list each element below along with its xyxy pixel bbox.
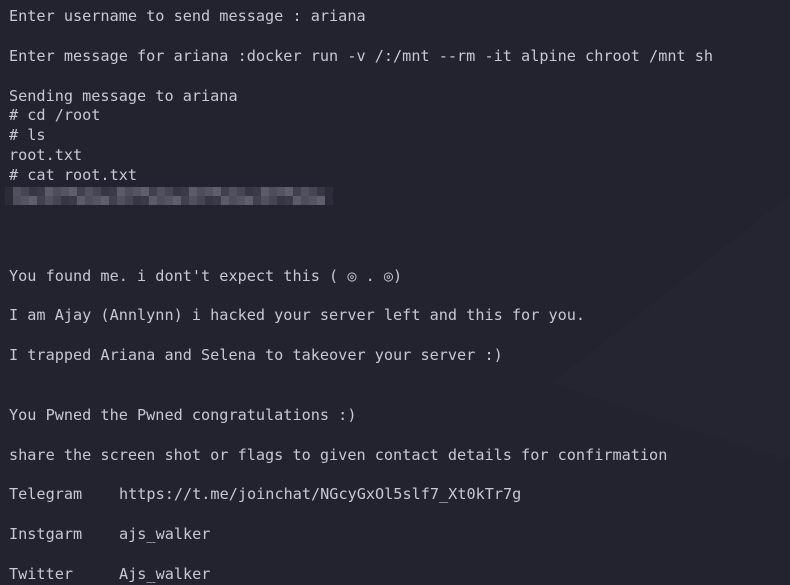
terminal-line: You found me. i dont't expect this ( ◎ .… <box>9 266 403 285</box>
redacted-flag-pixelation <box>5 187 333 206</box>
terminal-line: You Pwned the Pwned congratulations :) <box>9 405 357 424</box>
contact-line-telegram: Telegram https://t.me/joinchat/NGcyGxOl5s… <box>9 485 790 505</box>
contact-label: Twitter <box>9 564 74 583</box>
terminal-line: root.txt <box>9 146 83 165</box>
terminal-line: I am Ajay (Annlynn) i hacked your server… <box>9 306 586 325</box>
contact-line-twitter: Twitter Ajs_walker <box>9 565 790 585</box>
terminal-line: Sending message to ariana <box>9 86 238 105</box>
terminal-line: # cat root.txt <box>9 166 138 185</box>
terminal-window[interactable]: Enter username to send message : ariana E… <box>0 0 790 585</box>
contact-label: Telegram <box>9 485 83 504</box>
contact-value: ajs_walker <box>119 525 211 544</box>
contact-value[interactable]: https://t.me/joinchat/NGcyGxOl5slf7_Xt0k… <box>119 485 521 503</box>
redacted-flag-line <box>5 187 790 207</box>
terminal-line: # ls <box>9 126 46 145</box>
terminal-line: share the screen shot or flags to given … <box>9 445 668 464</box>
terminal-output: Enter username to send message : ariana E… <box>5 7 790 585</box>
terminal-line: # cd /root <box>9 106 101 125</box>
terminal-line: Enter username to send message : ariana <box>9 7 366 25</box>
contact-label: Instgarm <box>9 525 83 544</box>
terminal-line: I trapped Ariana and Selena to takeover … <box>9 346 503 365</box>
contact-line-instgarm: Instgarm ajs_walker <box>9 525 790 545</box>
terminal-line: Enter message for ariana :docker run -v … <box>9 46 714 65</box>
contact-value: Ajs_walker <box>119 564 211 583</box>
